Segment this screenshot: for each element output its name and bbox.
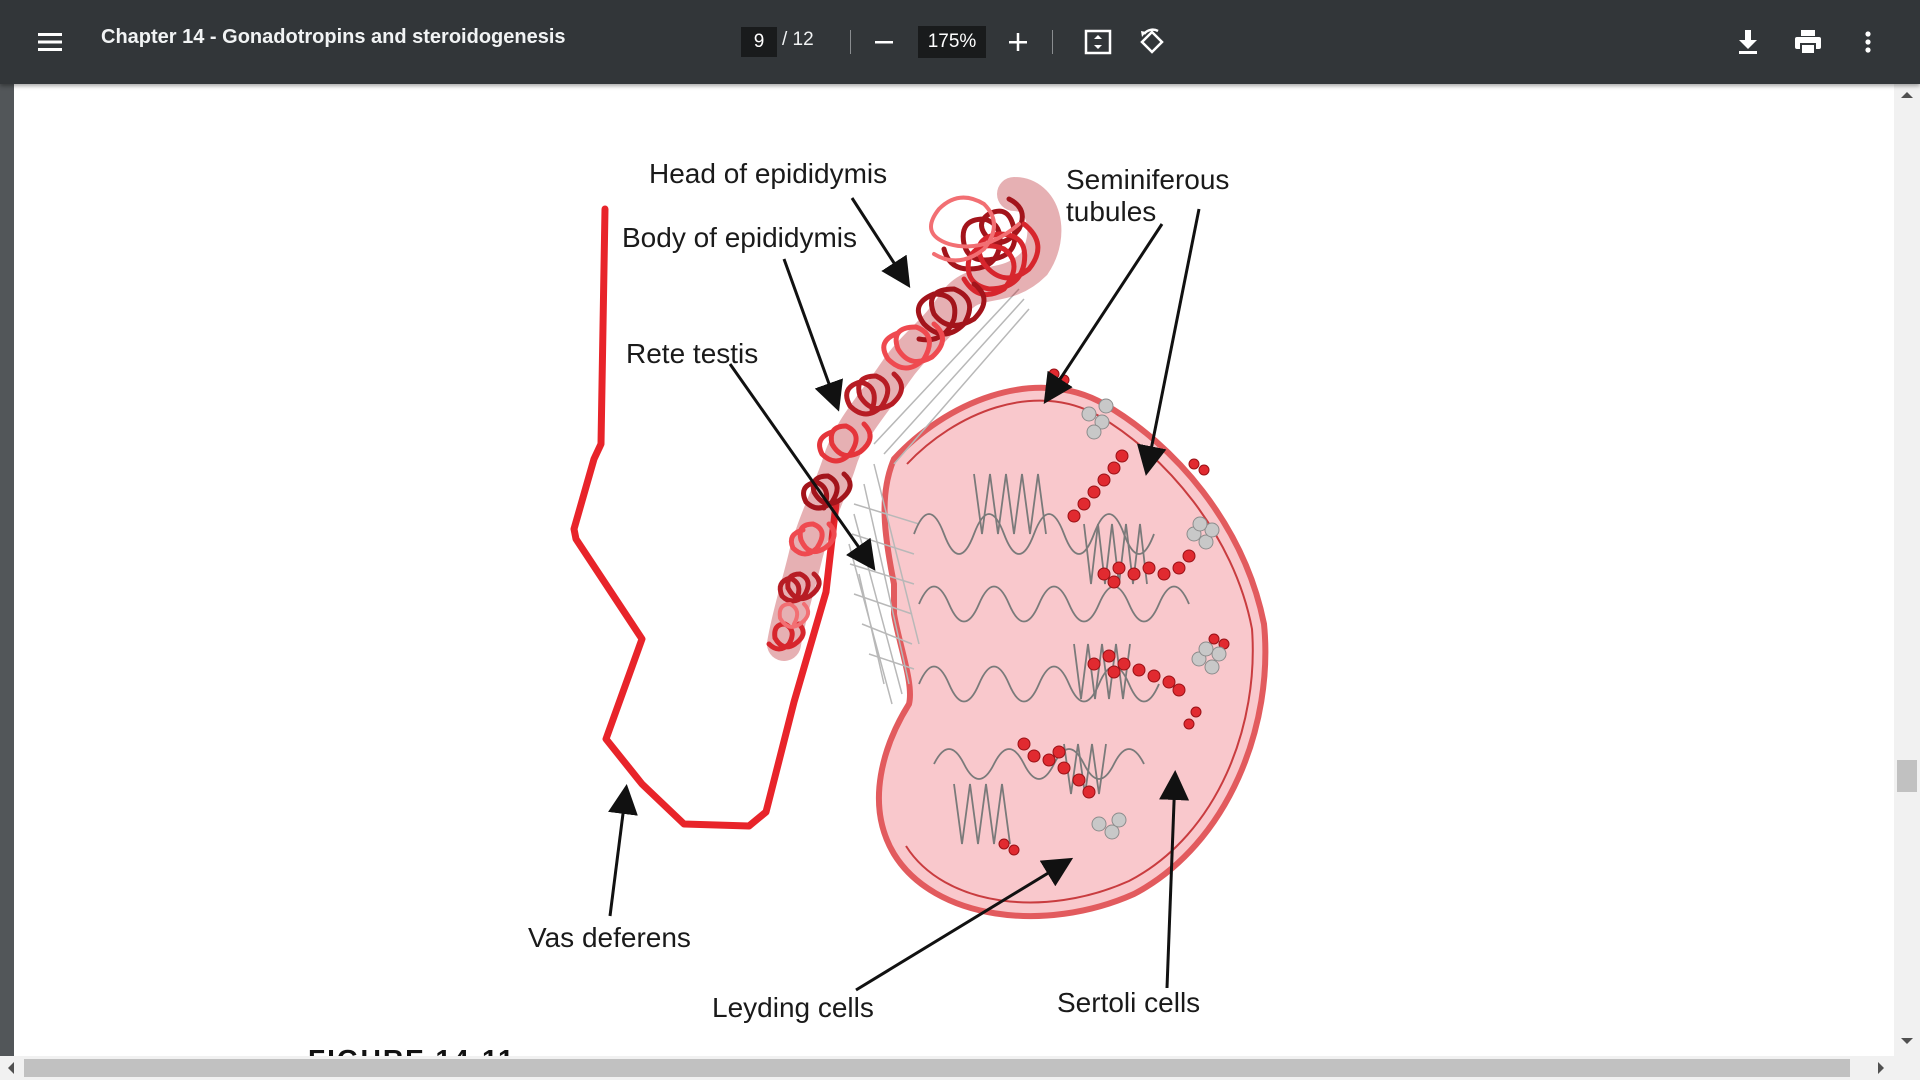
more-options-button[interactable] <box>1848 22 1888 62</box>
zoom-in-icon <box>1009 33 1027 51</box>
label-rete-testis: Rete testis <box>626 338 759 369</box>
document-title: Chapter 14 - Gonadotropins and steroidog… <box>101 26 566 48</box>
scroll-left-arrow-icon[interactable] <box>6 1061 16 1075</box>
print-icon <box>1795 30 1821 55</box>
zoom-out-button[interactable] <box>864 22 904 62</box>
print-button[interactable] <box>1788 22 1828 62</box>
page-total: / 12 <box>782 29 814 50</box>
vertical-scroll-thumb[interactable] <box>1897 760 1917 792</box>
figure-caption: FIGURE 14-11 <box>308 1044 516 1056</box>
label-head-of-epididymis: Head of epididymis <box>649 158 888 189</box>
rotate-icon <box>1140 28 1164 54</box>
menu-button[interactable] <box>30 22 70 62</box>
fit-page-button[interactable] <box>1078 22 1118 62</box>
toolbar-divider <box>850 30 851 54</box>
scroll-up-arrow-icon[interactable] <box>1900 90 1914 100</box>
pdf-page: Head of epididymis Body of epididymis Re… <box>14 84 1894 1056</box>
download-button[interactable] <box>1728 22 1768 62</box>
label-vas-deferens: Vas deferens <box>528 922 691 953</box>
zoom-input[interactable] <box>918 26 986 58</box>
zoom-in-button[interactable] <box>998 22 1038 62</box>
testis-diagram <box>570 177 1269 992</box>
label-seminiferous: Seminiferous <box>1066 164 1230 195</box>
more-icon <box>1865 31 1871 53</box>
toolbar-divider <box>1052 30 1053 54</box>
label-tubules: tubules <box>1066 196 1157 227</box>
fit-page-icon <box>1084 29 1112 55</box>
vertical-scrollbar[interactable] <box>1894 84 1920 1056</box>
download-icon <box>1739 30 1757 54</box>
pdf-toolbar: Chapter 14 - Gonadotropins and steroidog… <box>0 0 1920 84</box>
menu-icon <box>38 33 62 51</box>
scroll-right-arrow-icon[interactable] <box>1876 1061 1886 1075</box>
page-number-input[interactable] <box>741 27 777 57</box>
label-leyding-cells: Leyding cells <box>712 992 874 1023</box>
label-body-of-epididymis: Body of epididymis <box>622 222 858 253</box>
label-sertoli-cells: Sertoli cells <box>1057 987 1201 1018</box>
zoom-out-icon <box>875 41 893 44</box>
vas-deferens-duct <box>570 205 840 830</box>
rotate-button[interactable] <box>1132 22 1172 62</box>
scroll-down-arrow-icon[interactable] <box>1900 1036 1914 1046</box>
horizontal-scroll-thumb[interactable] <box>24 1059 1850 1077</box>
